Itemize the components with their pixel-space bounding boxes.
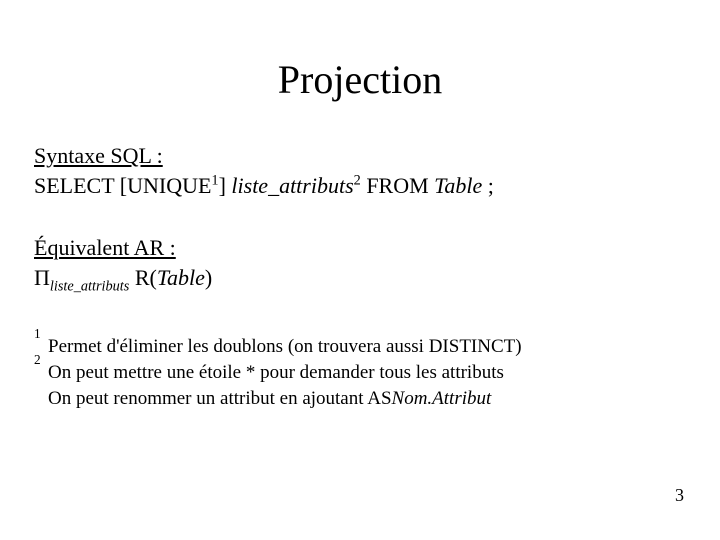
pi-symbol: Π [34, 265, 50, 290]
ar-r-close: ) [205, 265, 212, 290]
ar-r-open: R( [129, 265, 157, 290]
footnote-2-number: 2 [34, 360, 44, 386]
sql-liste-attributs: liste_attributs [231, 173, 353, 198]
ar-equivalent-line: Πliste_attributs R(Table) [34, 263, 686, 293]
footnote-1: 1 Permet d'éliminer les doublons (on tro… [34, 334, 686, 360]
sql-footnote-ref-1: 1 [211, 173, 218, 189]
sql-syntax-block: Syntaxe SQL : SELECT [UNIQUE1] liste_att… [34, 143, 686, 201]
sql-syntax-label: Syntaxe SQL : [34, 143, 686, 169]
footnote-2-text: On peut mettre une étoile * pour demande… [48, 360, 504, 386]
sql-semicolon: ; [482, 173, 494, 198]
slide-title: Projection [34, 56, 686, 103]
sql-table: Table [434, 173, 482, 198]
page-number: 3 [675, 485, 684, 506]
sql-footnote-ref-2: 2 [354, 173, 361, 189]
footnote-3-text-b: Nom.Attribut [392, 386, 492, 412]
ar-equivalent-block: Équivalent AR : Πliste_attributs R(Table… [34, 235, 686, 293]
footnote-2: 2 On peut mettre une étoile * pour deman… [34, 360, 686, 386]
pi-subscript: liste_attributs [50, 278, 129, 294]
footnotes-block: 1 Permet d'éliminer les doublons (on tro… [34, 334, 686, 411]
sql-bracket-close: ] [219, 173, 232, 198]
footnote-1-text: Permet d'éliminer les doublons (on trouv… [48, 334, 522, 360]
ar-equivalent-label: Équivalent AR : [34, 235, 686, 261]
ar-table: Table [157, 265, 205, 290]
sql-syntax-line: SELECT [UNIQUE1] liste_attributs2 FROM T… [34, 171, 686, 201]
footnote-3: On peut renommer un attribut en ajoutant… [34, 386, 686, 412]
footnote-3-text-a: On peut renommer un attribut en ajoutant… [48, 386, 392, 412]
sql-select: SELECT [UNIQUE [34, 173, 211, 198]
sql-from: FROM [361, 173, 434, 198]
